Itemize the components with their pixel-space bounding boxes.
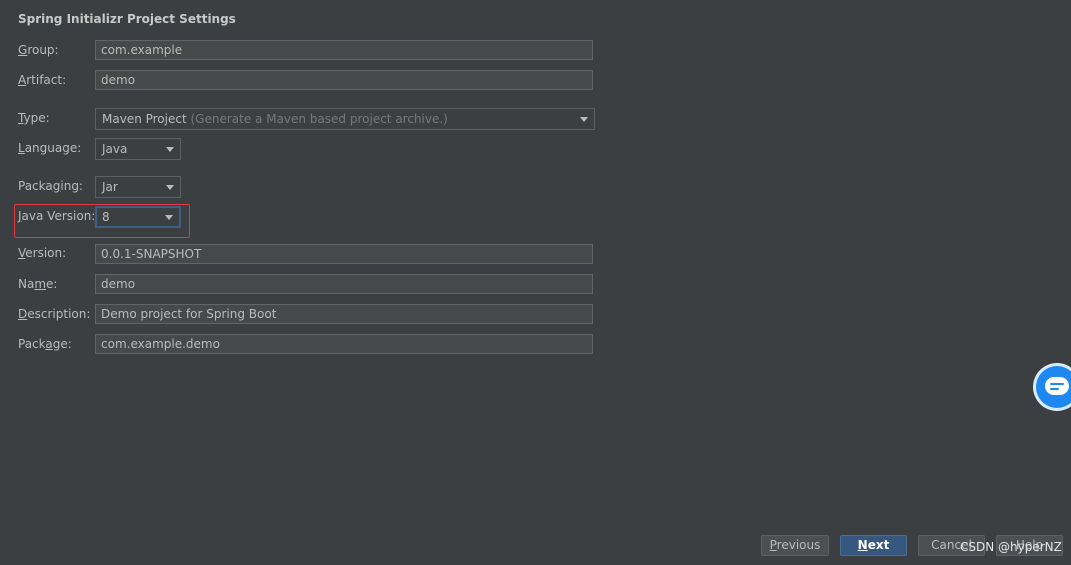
packaging-label: Packaging: — [18, 179, 83, 193]
chevron-down-icon — [165, 215, 173, 220]
type-label: Type: — [18, 111, 50, 125]
version-label: Version: — [18, 246, 67, 260]
chevron-down-icon — [166, 185, 174, 190]
package-input[interactable]: com.example.demo — [95, 334, 593, 354]
packaging-dropdown[interactable]: Jar — [95, 176, 181, 198]
artifact-input[interactable]: demo — [95, 70, 593, 90]
java-version-label: Java Version: — [18, 209, 96, 223]
type-value: Maven Project — [102, 112, 187, 126]
chat-bubble-icon[interactable] — [1036, 366, 1071, 408]
description-label: Description: — [18, 307, 91, 321]
type-dropdown[interactable]: Maven Project (Generate a Maven based pr… — [95, 108, 595, 130]
packaging-value: Jar — [102, 180, 118, 194]
group-label: Group: — [18, 43, 59, 57]
chevron-down-icon — [166, 147, 174, 152]
group-input[interactable]: com.example — [95, 40, 593, 60]
package-label: Package: — [18, 337, 72, 351]
language-dropdown[interactable]: Java — [95, 138, 181, 160]
java-version-dropdown[interactable]: 8 — [95, 206, 181, 228]
next-button[interactable]: Next — [840, 535, 907, 556]
name-label: Name: — [18, 277, 58, 291]
previous-button[interactable]: Previous — [761, 535, 829, 556]
chevron-down-icon — [580, 117, 588, 122]
language-label: Language: — [18, 141, 82, 155]
version-input[interactable]: 0.0.1-SNAPSHOT — [95, 244, 593, 264]
artifact-label: Artifact: — [18, 73, 67, 87]
language-value: Java — [102, 142, 128, 156]
name-input[interactable]: demo — [95, 274, 593, 294]
dialog-title: Spring Initializr Project Settings — [18, 12, 236, 26]
type-hint: (Generate a Maven based project archive.… — [190, 112, 448, 126]
chat-line — [1050, 383, 1064, 385]
description-input[interactable]: Demo project for Spring Boot — [95, 304, 593, 324]
chat-line — [1050, 388, 1059, 390]
chat-bubble-body — [1045, 377, 1069, 395]
watermark-text: CSDN @hyperNZ — [960, 540, 1062, 554]
java-version-value: 8 — [102, 210, 110, 224]
